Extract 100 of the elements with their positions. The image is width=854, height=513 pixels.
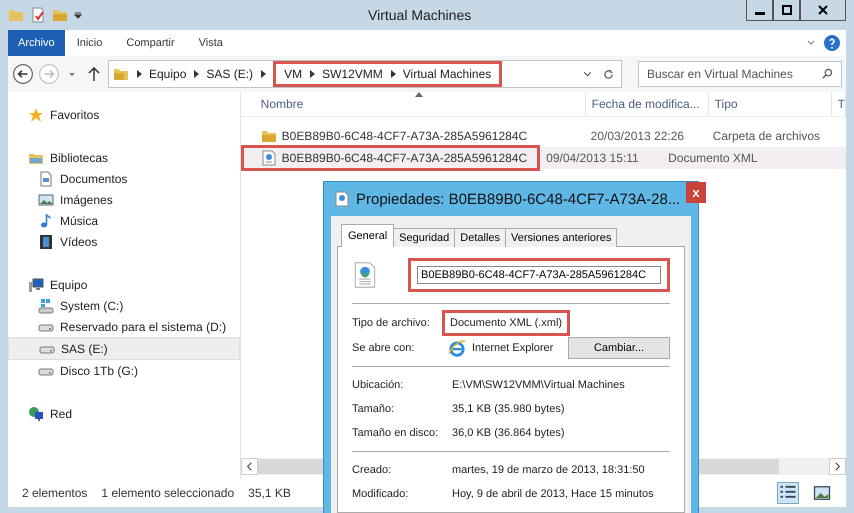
maximize-icon [782, 5, 792, 15]
field-label: Tamaño en disco: [352, 427, 440, 439]
close-icon [818, 5, 828, 15]
back-icon[interactable] [12, 63, 34, 85]
minimize-icon [754, 12, 764, 14]
nav-item[interactable]: Vídeos [8, 231, 240, 252]
breadcrumb-arrow-icon[interactable] [309, 70, 316, 78]
network-icon [28, 406, 44, 422]
nav-label: System (C:) [60, 298, 124, 312]
folder-icon [260, 128, 277, 144]
field-value: 35,1 KB (35.980 bytes) [451, 402, 566, 417]
breadcrumb[interactable]: VM [284, 67, 302, 81]
field-value: Documento XML (.xml) [442, 310, 570, 336]
dialog-title: Propiedades: B0EB89B0-6C48-4CF7-A73A-28... [356, 190, 680, 208]
file-row[interactable]: B0EB89B0-6C48-4CF7-A73A-285A5961284C 09/04/2013 15:11 Documento XML [240, 147, 846, 169]
name-field[interactable]: B0EB89B0-6C48-4CF7-A73A-285A5961284C [417, 266, 661, 284]
dropdown-icon[interactable] [68, 70, 76, 78]
nav-item[interactable]: Música [8, 210, 240, 231]
nav-label: Música [60, 214, 98, 228]
properties-icon [30, 7, 46, 23]
nav-label: Vídeos [60, 234, 98, 248]
breadcrumb[interactable]: SAS (E:) [206, 67, 254, 81]
nav-item[interactable]: Equipo [8, 274, 240, 295]
nav-item[interactable]: Favoritos [8, 104, 240, 125]
minimize-button[interactable] [746, 0, 773, 21]
tab[interactable]: General [341, 224, 394, 247]
folder-icon [113, 66, 129, 82]
file-row[interactable]: B0EB89B0-6C48-4CF7-A73A-285A5961284C 20/03/2013 22:26 Carpeta de archivos [240, 125, 846, 147]
tab[interactable]: Seguridad [393, 228, 456, 247]
maximize-button[interactable] [773, 0, 800, 21]
close-button[interactable]: x [686, 182, 706, 203]
tab[interactable]: Detalles [454, 228, 506, 247]
window-title: Virtual Machines [368, 7, 472, 23]
scroll-left-icon[interactable] [240, 458, 258, 475]
item-count: 2 elementos [22, 486, 88, 500]
refresh-icon[interactable] [603, 68, 614, 80]
nav-item[interactable]: Imágenes [8, 189, 240, 210]
breadcrumb-arrow-icon[interactable] [193, 70, 200, 78]
breadcrumb-arrow-icon[interactable] [136, 70, 142, 78]
nav-label: Documentos [60, 172, 128, 186]
up-arrow-icon[interactable] [88, 67, 100, 81]
field-value: Hoy, 9 de abril de 2013, Hace 15 minutos [451, 487, 655, 502]
folder-icon [8, 7, 24, 23]
breadcrumb[interactable]: SW12VMM [322, 67, 383, 81]
nav-label: Reservado para el sistema (D:) [60, 320, 226, 334]
star-icon [28, 106, 44, 122]
nav-label: Favoritos [50, 108, 100, 122]
tab[interactable]: Versiones anteriores [505, 228, 618, 247]
breadcrumb-arrow-icon[interactable] [390, 70, 396, 78]
nav-label: Imágenes [60, 192, 113, 206]
xml-file-icon [334, 191, 350, 207]
file-name: B0EB89B0-6C48-4CF7-A73A-285A5961284C [282, 151, 528, 165]
field-value: E:\VM\SW12VMM\Virtual Machines [451, 378, 626, 393]
drive-icon [38, 298, 54, 314]
breadcrumb-arrow-icon[interactable] [260, 70, 266, 78]
nav-item[interactable]: Red [8, 403, 240, 424]
film-icon [38, 234, 54, 250]
nav-label: Bibliotecas [50, 150, 108, 164]
nav-item[interactable]: SAS (E:) [8, 337, 240, 360]
selection-size: 35,1 KB [248, 486, 291, 500]
ribbon-tab[interactable]: Compartir [114, 33, 187, 53]
column-header[interactable]: Tipo [708, 92, 832, 116]
address-bar[interactable]: Equipo SAS (E:) VM SW12VMM Virtual Machines [108, 60, 622, 88]
breadcrumb[interactable]: Virtual Machines [402, 67, 492, 81]
ribbon-tab[interactable]: Inicio [64, 33, 114, 53]
field-label: Ubicación: [352, 379, 404, 391]
file-name: B0EB89B0-6C48-4CF7-A73A-285A5961284C [282, 129, 528, 143]
field-label: Modificado: [352, 488, 410, 500]
field-value: martes, 19 de marzo de 2013, 18:31:50 [451, 463, 646, 478]
folder-icon [52, 7, 68, 23]
scroll-right-icon[interactable] [829, 458, 846, 475]
column-header[interactable]: Fecha de modifica... [586, 92, 709, 116]
table-cell-text: Carpeta de archivos [712, 129, 822, 143]
nav-item[interactable]: Bibliotecas [8, 147, 240, 168]
music-note-icon [38, 212, 54, 228]
field-label: Tipo de archivo: [352, 317, 431, 329]
ribbon-tab[interactable]: Vista [186, 33, 235, 53]
nav-item[interactable]: Disco 1Tb (G:) [8, 360, 240, 381]
search-field[interactable]: Buscar en Virtual Machines [638, 61, 842, 87]
search-icon [822, 68, 833, 79]
file-tab[interactable]: Archivo [8, 30, 65, 56]
thumbnail-view-icon[interactable] [812, 483, 832, 503]
table-cell-text: Documento XML [667, 151, 759, 165]
table-cell-text: 20/03/2013 22:26 [590, 129, 686, 143]
change-button[interactable]: Cambiar... [568, 337, 670, 359]
field-label: Se abre con: [352, 342, 416, 354]
nav-item[interactable]: Reservado para el sistema (D:) [8, 316, 240, 337]
document-icon [38, 170, 54, 186]
help-icon[interactable] [824, 35, 840, 51]
xml-file-icon [260, 150, 277, 166]
breadcrumb[interactable]: Equipo [149, 67, 186, 81]
selection-count: 1 elemento seleccionado [101, 486, 234, 500]
nav-item[interactable]: Documentos [8, 168, 240, 189]
computer-icon [28, 276, 44, 292]
field-label: Tamaño: [352, 403, 396, 415]
nav-item[interactable]: System (C:) [8, 295, 240, 316]
details-view-icon[interactable] [778, 483, 798, 503]
column-header[interactable]: T [832, 92, 846, 116]
nav-label: Equipo [50, 278, 88, 292]
close-button[interactable] [800, 0, 846, 21]
